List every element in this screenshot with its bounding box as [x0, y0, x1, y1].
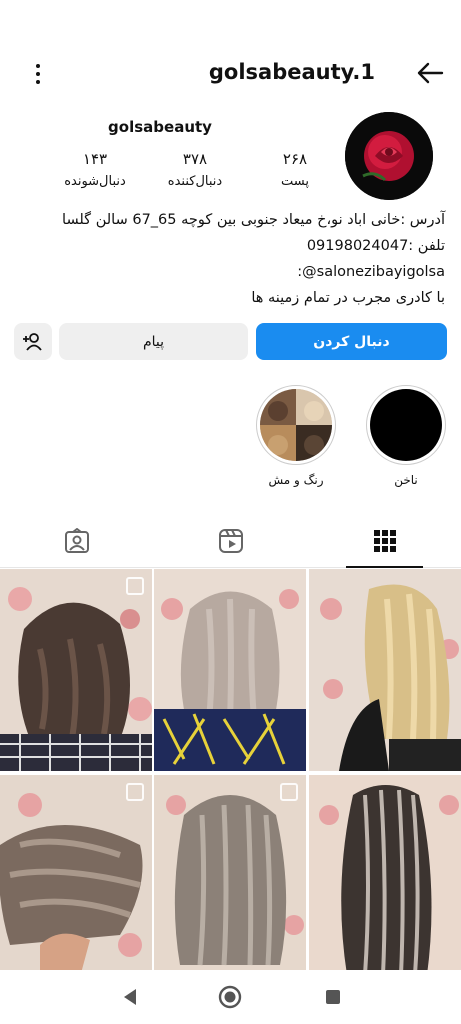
multi-post-icon: [280, 783, 298, 801]
post-thumbnail[interactable]: [309, 569, 461, 771]
profile-username: golsabeauty: [108, 118, 212, 136]
multi-post-icon: [126, 577, 144, 595]
nav-recents-button[interactable]: [318, 982, 348, 1012]
highlight-nails[interactable]: ناخن: [364, 385, 448, 487]
page-title: golsabeauty.1: [208, 60, 375, 84]
posts-stat[interactable]: ۲۶۸ پست: [250, 150, 340, 189]
highlight-cover-photos: [260, 389, 332, 461]
rose-image: [345, 112, 433, 200]
bio-phone[interactable]: تلفن :09198024047: [15, 233, 445, 259]
add-user-icon: [23, 332, 42, 351]
following-count: ۱۴۳: [82, 150, 108, 168]
posts-grid: [0, 569, 461, 977]
bio-address: آدرس :خانی اباد نو،خ میعاد جنوبی بین کوچ…: [62, 212, 445, 228]
reels-icon: [218, 529, 243, 553]
bio-tagline: با کادری مجرب در تمام زمینه ها: [251, 290, 445, 306]
add-user-button[interactable]: [14, 323, 52, 360]
post-thumbnail[interactable]: [0, 775, 152, 977]
grid-icon: [373, 530, 396, 552]
profile-stats: ۱۴۳ دنبال‌شونده ۳۷۸ دنبال‌کننده ۲۶۸ پست: [50, 150, 330, 194]
followers-label: دنبال‌کننده: [167, 174, 223, 189]
highlight-ring: [366, 385, 446, 465]
multi-post-icon: [126, 783, 144, 801]
nav-home-button[interactable]: [215, 982, 245, 1012]
tab-grid[interactable]: [308, 515, 461, 568]
post-thumbnail[interactable]: [0, 569, 152, 771]
bio-email[interactable]: salonezibayigolsa@:: [15, 259, 445, 285]
message-button[interactable]: پیام: [59, 323, 248, 360]
follow-button[interactable]: دنبال کردن: [256, 323, 447, 360]
highlight-color[interactable]: رنگ و مش: [254, 385, 338, 487]
post-thumbnail[interactable]: [154, 569, 306, 771]
post-thumbnail[interactable]: [309, 775, 461, 977]
followers-stat[interactable]: ۳۷۸ دنبال‌کننده: [150, 150, 240, 189]
following-stat[interactable]: ۱۴۳ دنبال‌شونده: [50, 150, 140, 189]
tab-reels[interactable]: [154, 515, 307, 567]
highlight-cover-black: [370, 389, 442, 461]
nav-back-button[interactable]: [115, 982, 145, 1012]
posts-count: ۲۶۸: [282, 150, 308, 168]
profile-bio: آدرس :خانی اباد نو،خ میعاد جنوبی بین کوچ…: [15, 207, 445, 311]
highlight-label: ناخن: [394, 473, 418, 487]
posts-label: پست: [281, 174, 309, 189]
back-arrow-icon[interactable]: [415, 58, 445, 88]
more-options-icon[interactable]: [24, 60, 52, 88]
followers-count: ۳۷۸: [182, 150, 208, 168]
content-tabs: [0, 515, 461, 568]
circle-home-icon: [218, 985, 242, 1009]
highlight-label: رنگ و مش: [268, 473, 324, 487]
system-nav-bar: [0, 970, 461, 1024]
following-label: دنبال‌شونده: [64, 174, 126, 189]
profile-avatar[interactable]: [345, 112, 433, 200]
tab-tagged[interactable]: [0, 515, 153, 567]
triangle-back-icon: [124, 989, 136, 1005]
post-thumbnail[interactable]: [154, 775, 306, 977]
tagged-icon: [64, 528, 89, 553]
highlight-ring: [256, 385, 336, 465]
square-recents-icon: [326, 990, 340, 1004]
top-bar: golsabeauty.1: [0, 48, 461, 98]
